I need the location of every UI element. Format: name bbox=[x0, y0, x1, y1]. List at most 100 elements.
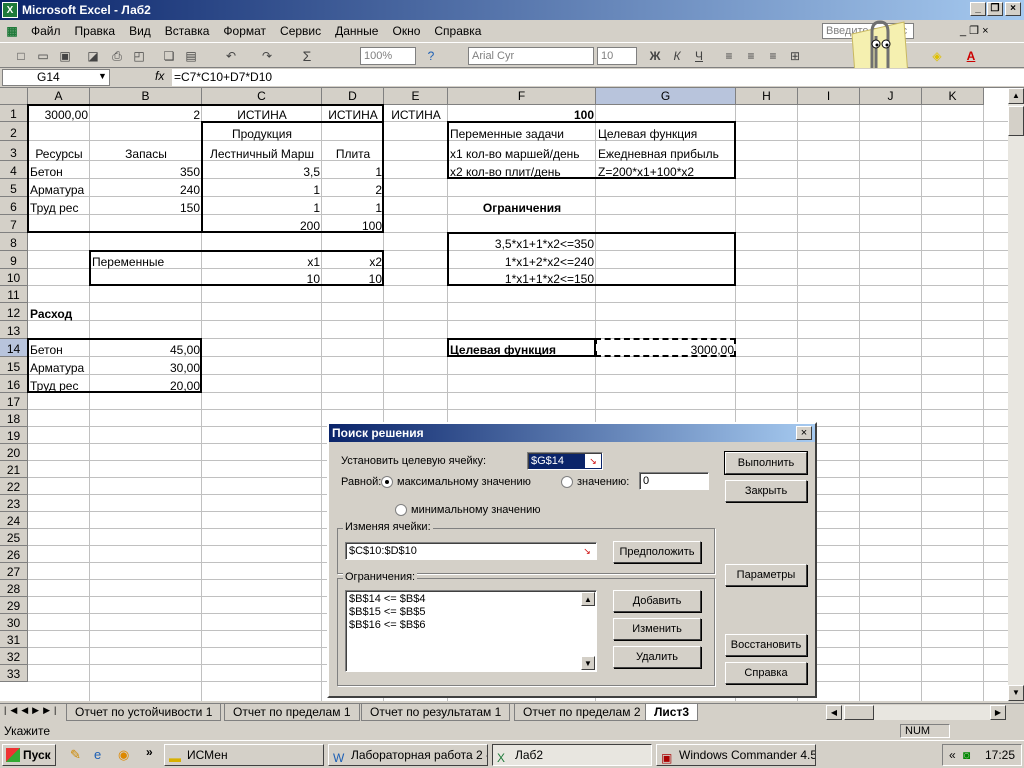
italic-icon[interactable]: К bbox=[668, 48, 686, 64]
collapse-dialog-icon[interactable]: ↘ bbox=[579, 544, 595, 558]
add-button[interactable]: Добавить bbox=[613, 590, 701, 612]
options-button[interactable]: Параметры bbox=[725, 564, 807, 586]
column-header-K[interactable]: K bbox=[922, 88, 984, 105]
radio-value[interactable] bbox=[561, 476, 573, 488]
bold-icon[interactable]: Ж bbox=[646, 48, 664, 64]
row-header-23[interactable]: 23 bbox=[0, 495, 28, 512]
constraint-item[interactable]: $B$14 <= $B$4 bbox=[349, 593, 593, 606]
tab-answer-report-1[interactable]: Отчет по результатам 1 bbox=[361, 704, 511, 721]
merge-icon[interactable]: ⊞ bbox=[786, 48, 804, 64]
cell-D7[interactable]: 100 bbox=[322, 215, 384, 233]
font-select[interactable]: Arial Cyr bbox=[468, 47, 594, 65]
row-header-3[interactable]: 3 bbox=[0, 141, 28, 161]
vertical-scrollbar[interactable]: ▲ ▼ bbox=[1008, 88, 1024, 701]
row-header-18[interactable]: 18 bbox=[0, 410, 28, 427]
cell-F2[interactable]: Переменные задачи bbox=[448, 122, 596, 141]
column-header-G[interactable]: G bbox=[596, 88, 736, 105]
constraint-item[interactable]: $B$16 <= $B$6 bbox=[349, 619, 593, 632]
row-header-17[interactable]: 17 bbox=[0, 393, 28, 410]
close-dialog-button[interactable]: Закрыть bbox=[725, 480, 807, 502]
list-scroll-up-icon[interactable]: ▲ bbox=[581, 592, 595, 606]
cell-B5[interactable]: 240 bbox=[90, 179, 202, 197]
cell-B16[interactable]: 20,00 bbox=[90, 375, 202, 393]
guess-button[interactable]: Предположить bbox=[613, 541, 701, 563]
row-header-20[interactable]: 20 bbox=[0, 444, 28, 461]
menu-help[interactable]: Справка bbox=[427, 21, 488, 41]
cell-C9[interactable]: x1 bbox=[202, 251, 322, 269]
scroll-right-icon[interactable]: ▶ bbox=[990, 705, 1006, 720]
zoom-select[interactable]: 100% bbox=[360, 47, 416, 65]
cell-B15[interactable]: 30,00 bbox=[90, 357, 202, 375]
scroll-up-icon[interactable]: ▲ bbox=[1008, 88, 1024, 104]
row-header-1[interactable]: 1 bbox=[0, 105, 28, 122]
new-icon[interactable]: □ bbox=[12, 48, 30, 64]
cell-F3[interactable]: x1 кол-во маршей/день bbox=[448, 141, 606, 161]
delete-button[interactable]: Удалить bbox=[613, 646, 701, 668]
row-header-5[interactable]: 5 bbox=[0, 179, 28, 197]
help-icon[interactable]: ? bbox=[422, 48, 440, 64]
cell-C6[interactable]: 1 bbox=[202, 197, 322, 215]
column-header-A[interactable]: A bbox=[28, 88, 90, 105]
cell-B1[interactable]: 2 bbox=[90, 105, 202, 122]
cell-F6[interactable]: Ограничения bbox=[448, 197, 596, 215]
menu-view[interactable]: Вид bbox=[122, 21, 158, 41]
font-color-icon[interactable]: A bbox=[962, 48, 980, 64]
cell-C7[interactable]: 200 bbox=[202, 215, 322, 233]
undo-icon[interactable]: ↶ bbox=[222, 48, 240, 64]
tab-sensitivity-report-1[interactable]: Отчет по устойчивости 1 bbox=[66, 704, 222, 721]
menu-data[interactable]: Данные bbox=[328, 21, 385, 41]
cell-C2[interactable]: Продукция bbox=[202, 122, 322, 141]
cell-C5[interactable]: 1 bbox=[202, 179, 322, 197]
help-button[interactable]: Справка bbox=[725, 662, 807, 684]
quicklaunch-icon[interactable]: ✎ bbox=[70, 747, 81, 763]
column-header-F[interactable]: F bbox=[448, 88, 596, 105]
media-icon[interactable]: ◉ bbox=[118, 747, 129, 763]
row-header-24[interactable]: 24 bbox=[0, 512, 28, 529]
cell-G4[interactable]: Z=200*x1+100*x2 bbox=[596, 161, 736, 179]
autosum-icon[interactable]: Σ bbox=[298, 48, 316, 64]
menu-edit[interactable]: Правка bbox=[68, 21, 123, 41]
open-icon[interactable]: ▭ bbox=[34, 48, 52, 64]
cell-A5[interactable]: Арматура bbox=[28, 179, 90, 197]
paste-icon[interactable]: ▤ bbox=[182, 48, 200, 64]
task-windows-commander[interactable]: ▣ Windows Commander 4.5... bbox=[656, 744, 816, 766]
align-left-icon[interactable]: ≡ bbox=[720, 48, 738, 64]
column-header-C[interactable]: C bbox=[202, 88, 322, 105]
row-header-30[interactable]: 30 bbox=[0, 614, 28, 631]
cell-B14[interactable]: 45,00 bbox=[90, 339, 202, 357]
cell-F8[interactable]: 3,5*x1+1*x2<=350 bbox=[448, 233, 596, 251]
row-header-13[interactable]: 13 bbox=[0, 321, 28, 339]
dialog-close-icon[interactable]: × bbox=[796, 426, 812, 440]
cell-E1[interactable]: ИСТИНА bbox=[384, 105, 448, 122]
font-size-select[interactable]: 10 bbox=[597, 47, 637, 65]
cell-A14[interactable]: Бетон bbox=[28, 339, 90, 357]
row-header-9[interactable]: 9 bbox=[0, 251, 28, 269]
collapse-dialog-icon[interactable]: ↘ bbox=[585, 454, 601, 468]
tab-limits-report-1[interactable]: Отчет по пределам 1 bbox=[224, 704, 360, 721]
column-header-J[interactable]: J bbox=[860, 88, 922, 105]
constraints-list[interactable]: $B$14 <= $B$4 $B$15 <= $B$5 $B$16 <= $B$… bbox=[345, 590, 597, 672]
constraint-item[interactable]: $B$15 <= $B$5 bbox=[349, 606, 593, 619]
task-word-doc[interactable]: W Лабораторная работа 2 - ... bbox=[328, 744, 488, 766]
list-scroll-down-icon[interactable]: ▼ bbox=[581, 656, 595, 670]
task-lab2[interactable]: X Лаб2 bbox=[492, 744, 652, 766]
row-header-22[interactable]: 22 bbox=[0, 478, 28, 495]
name-box-dropdown-icon[interactable]: ▼ bbox=[98, 71, 107, 81]
value-of-input[interactable]: 0 bbox=[639, 472, 709, 490]
menu-tools[interactable]: Сервис bbox=[273, 21, 328, 41]
cell-G14[interactable]: 3000,00 bbox=[596, 339, 736, 357]
changing-cells-input[interactable]: $C$10:$D$10 ↘ bbox=[345, 542, 597, 560]
cell-B3[interactable]: Запасы bbox=[90, 141, 202, 161]
row-header-12[interactable]: 12 bbox=[0, 303, 28, 321]
select-all-corner[interactable] bbox=[0, 88, 28, 105]
row-header-26[interactable]: 26 bbox=[0, 546, 28, 563]
close-button[interactable]: × bbox=[1005, 2, 1021, 16]
minimize-button[interactable]: _ bbox=[970, 2, 986, 16]
underline-icon[interactable]: Ч bbox=[690, 48, 708, 64]
row-header-14[interactable]: 14 bbox=[0, 339, 28, 357]
row-header-15[interactable]: 15 bbox=[0, 357, 28, 375]
solve-button[interactable]: Выполнить bbox=[724, 451, 808, 475]
cell-D1[interactable]: ИСТИНА bbox=[322, 105, 384, 122]
cell-D5[interactable]: 2 bbox=[322, 179, 384, 197]
cell-B4[interactable]: 350 bbox=[90, 161, 202, 179]
